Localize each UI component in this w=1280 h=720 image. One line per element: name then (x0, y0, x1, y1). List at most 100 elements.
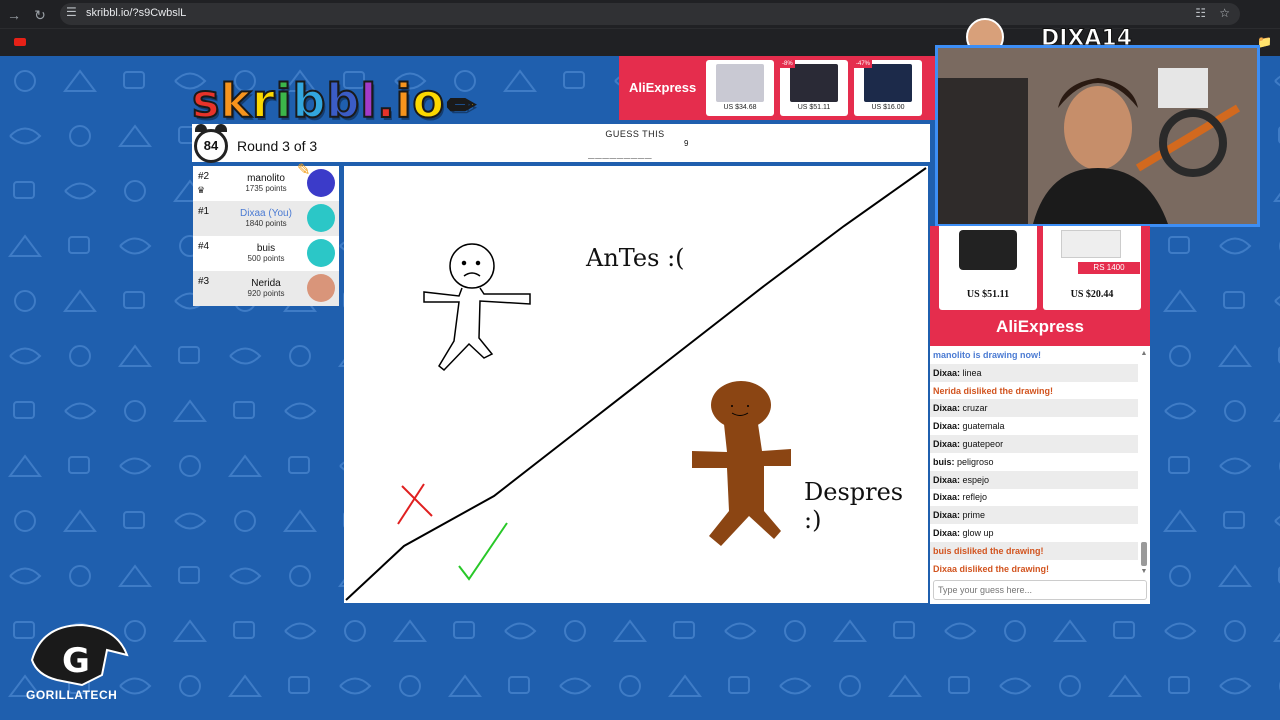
chat-message: Dixaa: reflejo (930, 488, 1138, 506)
doodle-shape (668, 674, 702, 697)
player-avatar (307, 204, 335, 232)
doodle-shape (284, 402, 317, 420)
doodle-shape (9, 127, 42, 145)
logo-letter: b (291, 73, 327, 129)
doodle-shape (14, 70, 36, 92)
doodle-shape (14, 290, 36, 312)
doodle-shape (233, 401, 255, 419)
drawing-canvas[interactable]: AnTes :( Despres :) (344, 166, 928, 603)
doodle-shape (228, 454, 262, 477)
chat-message: manolito is drawing now! (930, 346, 1138, 364)
chat-message: Dixaa: guatepeor (930, 435, 1138, 453)
ad-product-card[interactable]: RS 1400 US $20.44 (1043, 226, 1141, 310)
doodle-shape (1218, 344, 1252, 367)
doodle-shape (508, 676, 530, 694)
doodle-shape (1273, 412, 1280, 422)
doodle-shape (1224, 620, 1246, 642)
doodle-shape (63, 69, 97, 92)
doodle-shape (69, 345, 91, 367)
player-row[interactable]: #2 ♛ manolito 1735 points ✎ (193, 162, 339, 201)
doodle-shape (69, 565, 91, 587)
doodle-shape (179, 455, 201, 477)
chat-username: Dixaa: (933, 474, 961, 485)
guess-input[interactable] (933, 580, 1147, 600)
doodle-shape (1108, 674, 1142, 697)
doodle-shape (68, 456, 90, 474)
doodle-shape (284, 622, 317, 640)
doodle-shape (1223, 291, 1245, 309)
doodle-shape (339, 677, 372, 695)
doodle-shape (1059, 675, 1081, 697)
doodle-shape (1004, 620, 1026, 642)
green-check-mark (458, 522, 508, 581)
doodle-shape (833, 619, 867, 642)
youtube-bookmark-icon[interactable] (14, 38, 26, 46)
doodle-shape (229, 347, 262, 365)
doodle-shape (1273, 632, 1280, 642)
doodle-shape (118, 564, 152, 587)
canvas-text-after: Despres :) (804, 478, 904, 534)
round-label: Round 3 of 3 (237, 138, 318, 154)
chat-scrollbar[interactable]: ▲ ▼ (1140, 350, 1148, 575)
doodle-shape (559, 677, 592, 695)
chat-message: Dixaa: prime (930, 506, 1138, 525)
doodle-shape (893, 621, 915, 639)
doodle-shape (63, 289, 97, 312)
chat-message: Nerida disliked the drawing! (930, 382, 1138, 400)
doodle-shape (1169, 345, 1191, 367)
chat-text: Nerida disliked the drawing! (933, 385, 1054, 396)
doodle-shape (503, 69, 537, 92)
doodle-shape (229, 567, 262, 585)
doodle-shape (1164, 402, 1197, 420)
doodle-shape (123, 71, 145, 89)
chat-message: Dixaa disliked the drawing! (930, 560, 1138, 578)
ad-product-card[interactable]: US $51.11 (939, 226, 1037, 310)
doodle-shape (174, 512, 207, 530)
site-info-icon[interactable]: ☰ (66, 5, 77, 19)
skribbl-logo: skribbl.io✏ (191, 73, 477, 129)
doodle-shape (564, 620, 586, 642)
player-row[interactable]: #3 Nerida 920 points (193, 271, 339, 306)
chat-text: espejo (962, 474, 990, 485)
player-row[interactable]: #4 buis 500 points (193, 236, 339, 271)
translate-icon[interactable]: ☷ (1195, 6, 1206, 20)
ad-banner-right[interactable]: US $51.11 RS 1400 US $20.44 AliExpress (930, 226, 1150, 346)
webcam-overlay (935, 45, 1260, 227)
logo-pencil-icon: ✏ (446, 85, 477, 127)
forward-icon[interactable]: → (4, 6, 24, 24)
chat-text: peligroso (957, 456, 994, 467)
guess-this-label: GUESS THIS (605, 129, 665, 139)
player-avatar (307, 239, 335, 267)
doodle-shape (1224, 400, 1246, 422)
doodle-shape (1168, 236, 1190, 254)
player-list: #2 ♛ manolito 1735 points ✎ #1 Dixaa (Yo… (193, 162, 339, 306)
doodle-shape (563, 71, 585, 89)
chat-text: Dixaa disliked the drawing! (933, 563, 1050, 574)
logo-letter: i (275, 73, 293, 129)
doodle-shape (504, 622, 537, 640)
address-bar[interactable]: ☰ skribbl.io/?s9CwbslL ☷ ☆ (60, 3, 1240, 25)
chat-message: buis disliked the drawing! (930, 541, 1138, 560)
doodle-shape (613, 619, 647, 642)
watermark-text: GORILLATECH (26, 688, 118, 702)
player-row[interactable]: #1 Dixaa (You) 1840 points (193, 201, 339, 236)
bookmark-star-icon[interactable]: ☆ (1219, 6, 1230, 20)
logo-letter: r (251, 73, 276, 129)
doodle-shape (888, 674, 922, 697)
ad-banner-top[interactable]: AliExpress US $34.68 -8% US $51.11 -47% … (619, 56, 939, 120)
doodle-shape (1273, 192, 1280, 202)
chat-message: Dixaa: linea (930, 363, 1138, 382)
reload-icon[interactable]: ↻ (30, 6, 50, 24)
doodle-shape (124, 400, 146, 422)
doodle-shape (1274, 515, 1280, 527)
ad-product-card[interactable]: -47% US $16.00 (854, 60, 922, 116)
chat-text: guatemala (962, 421, 1005, 432)
doodle-shape (283, 509, 317, 532)
chat-text: reflejo (962, 492, 988, 503)
doodle-shape (119, 457, 152, 475)
ad-product-card[interactable]: US $34.68 (706, 60, 774, 116)
logo-letter: k (219, 73, 252, 129)
chat-text: glow up (962, 528, 994, 538)
ad-product-card[interactable]: -8% US $51.11 (780, 60, 848, 116)
chat-message: Dixaa: espejo (930, 470, 1138, 489)
